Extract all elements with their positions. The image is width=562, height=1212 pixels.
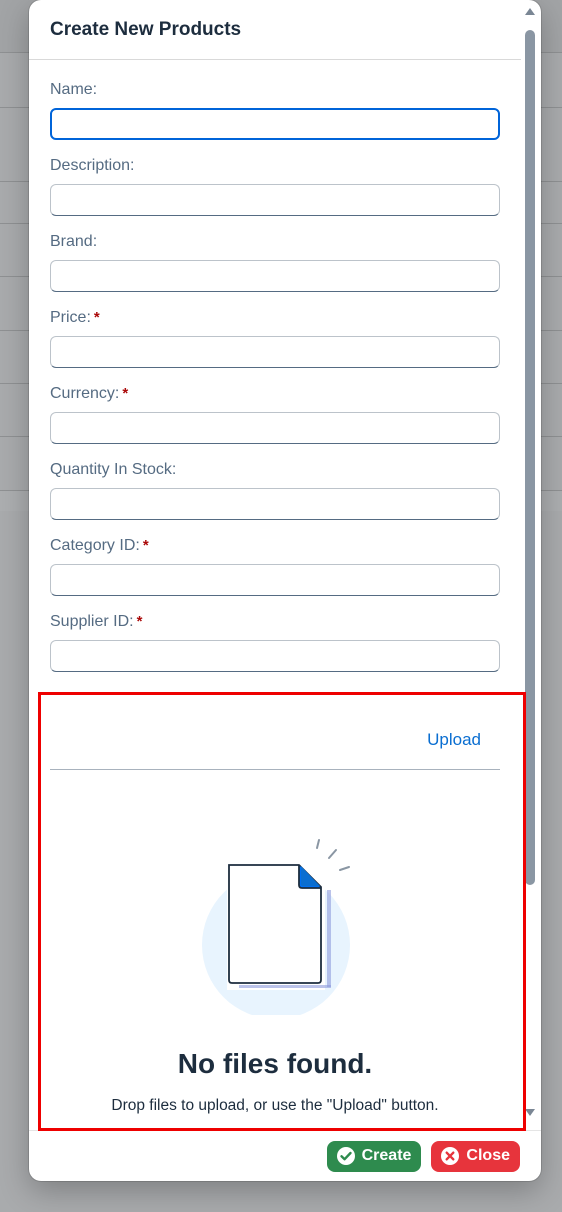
empty-state-title: No files found. [177, 1048, 373, 1079]
close-button-label: Close [466, 1147, 510, 1164]
description-input[interactable] [50, 184, 500, 216]
create-button[interactable]: Create [326, 1140, 422, 1172]
close-button[interactable]: Close [431, 1140, 520, 1172]
category-id-label: Category ID: * [50, 535, 500, 557]
supplier-id-input[interactable] [50, 640, 500, 672]
no-files-document-icon [202, 839, 350, 1015]
field-description: Description: [50, 155, 500, 216]
dialog-title: Create New Products [50, 18, 242, 40]
scroll-up-arrow-icon[interactable] [525, 8, 535, 15]
field-quantity-in-stock: Quantity In Stock: [50, 459, 500, 520]
required-marker: * [142, 537, 149, 554]
field-supplier-id: Supplier ID: * [50, 611, 500, 672]
price-input[interactable] [50, 336, 500, 368]
quantity-in-stock-label: Quantity In Stock: [50, 461, 177, 478]
name-label: Name: [50, 81, 98, 98]
close-circle-icon [441, 1147, 460, 1165]
check-circle-icon [336, 1147, 355, 1165]
field-currency: Currency: * [50, 383, 500, 444]
field-category-id: Category ID: * [50, 535, 500, 596]
scrollbar-thumb[interactable] [525, 30, 535, 885]
dialog-header: Create New Products [29, 0, 521, 60]
field-name: Name: [50, 79, 500, 140]
empty-state-description: Drop files to upload, or use the "Upload… [111, 1097, 439, 1114]
upload-button[interactable]: Upload [427, 730, 481, 750]
quantity-in-stock-input[interactable] [50, 488, 500, 520]
field-price: Price: * [50, 307, 500, 368]
dialog-footer: Create Close [29, 1130, 541, 1181]
scroll-down-arrow-icon[interactable] [525, 1109, 535, 1116]
currency-input[interactable] [50, 412, 500, 444]
dialog-scrollbar[interactable] [521, 8, 541, 1120]
create-products-dialog: Create New Products Name: Description: B… [29, 0, 541, 1181]
field-brand: Brand: [50, 231, 500, 292]
category-id-input[interactable] [50, 564, 500, 596]
brand-label: Brand: [50, 233, 98, 250]
name-input[interactable] [50, 108, 500, 140]
dialog-content: Name: Description: Brand: Price: * Curren… [29, 60, 521, 1130]
description-label: Description: [50, 157, 135, 174]
upload-toolbar: Upload [50, 710, 500, 770]
price-label: Price: * [50, 307, 500, 329]
required-marker: * [93, 309, 100, 326]
currency-label: Currency: * [50, 383, 500, 405]
supplier-id-label: Supplier ID: * [50, 611, 500, 633]
brand-input[interactable] [50, 260, 500, 292]
required-marker: * [136, 613, 143, 630]
create-button-label: Create [361, 1147, 412, 1164]
required-marker: * [122, 385, 129, 402]
